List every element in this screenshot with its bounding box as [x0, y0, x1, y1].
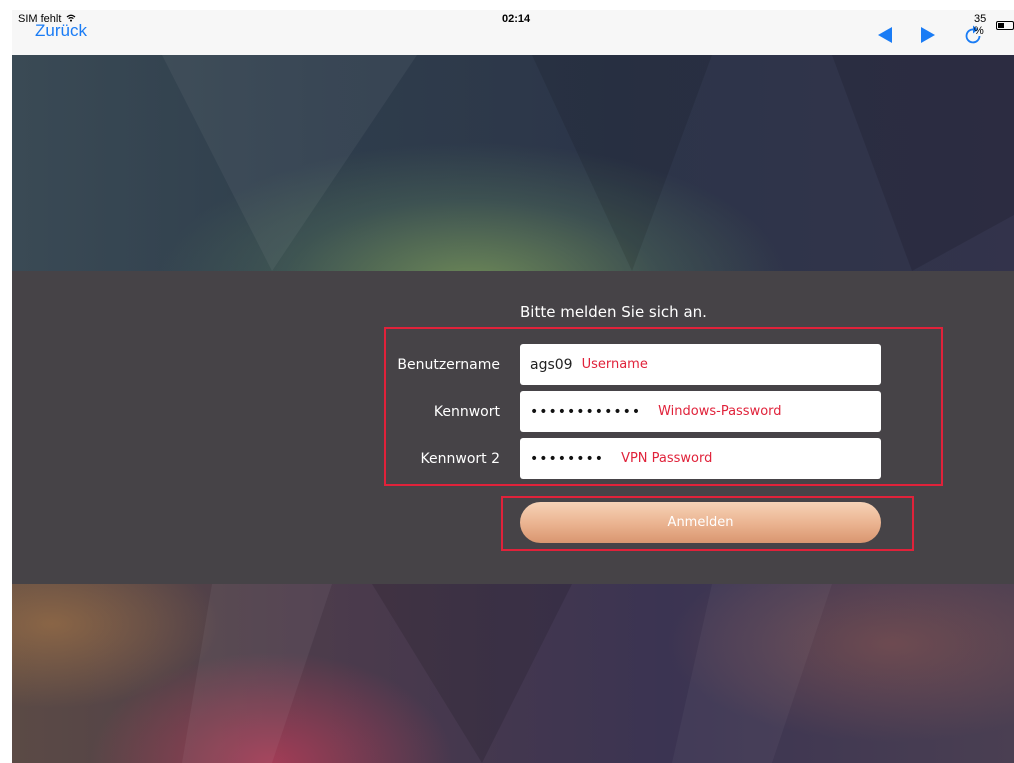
- arrow-right-icon[interactable]: [919, 26, 937, 44]
- background-top: [12, 55, 1014, 271]
- arrow-left-icon[interactable]: [876, 26, 894, 44]
- battery-level: 35 %: [974, 13, 987, 37]
- screen: SIM fehlt Zurück 02:14 35 % Bitte melden…: [0, 0, 1014, 763]
- clock: 02:14: [502, 13, 531, 25]
- battery-icon: [996, 20, 1014, 30]
- login-title: Bitte melden Sie sich an.: [520, 303, 707, 321]
- status-bar: SIM fehlt Zurück 02:14 35 %: [12, 10, 1014, 55]
- back-button[interactable]: Zurück: [35, 21, 87, 41]
- web-content: Bitte melden Sie sich an. Benutzername a…: [12, 55, 1014, 763]
- button-highlight-box: [501, 496, 914, 551]
- fields-highlight-box: [384, 327, 943, 486]
- background-bottom: [12, 584, 1014, 763]
- battery-status: 35 %: [974, 13, 1014, 37]
